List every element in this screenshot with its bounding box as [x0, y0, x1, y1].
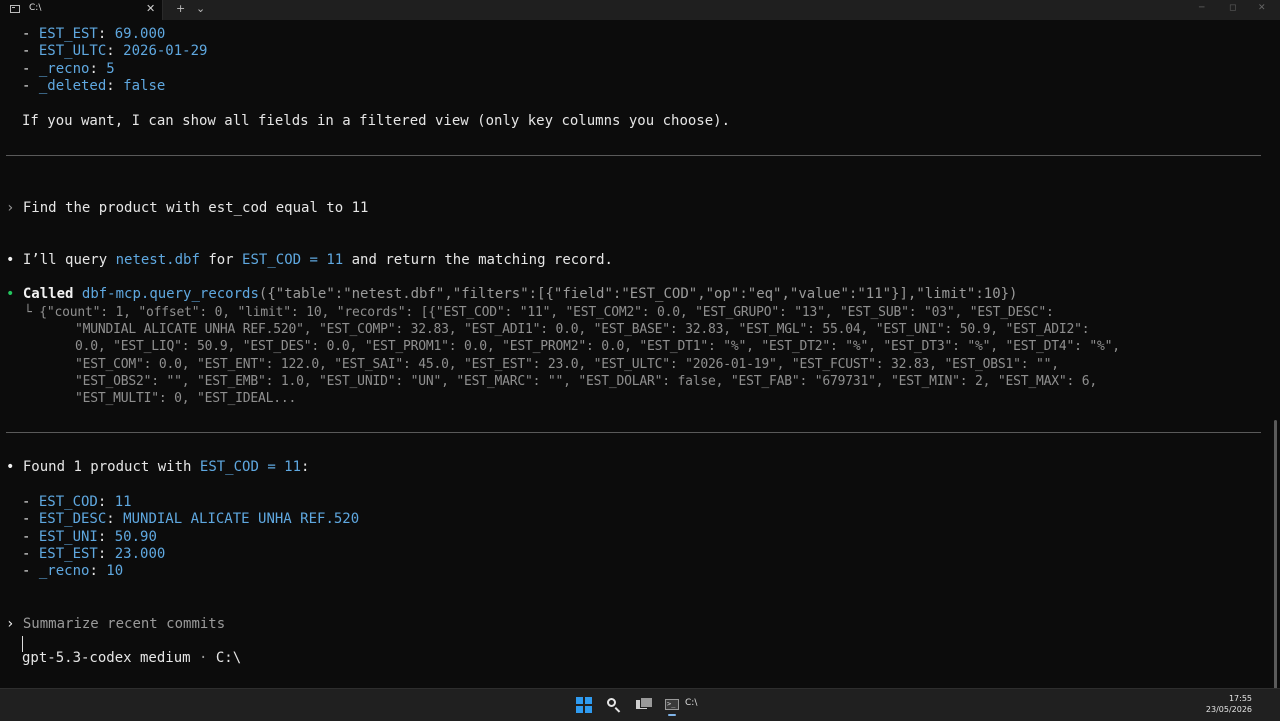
user-prompt-text: Find the product with est_cod equal to 1… [22, 200, 369, 216]
message-bullet-icon: • [6, 252, 15, 268]
taskbar: >_ C:\ 17:55 23/05/2026 [0, 688, 1280, 721]
clock-date: 23/05/2026 [1205, 705, 1252, 714]
tool-output-line: 0.0, "EST_LIQ": 50.9, "EST_DES": 0.0, "E… [75, 339, 1120, 354]
status-line: gpt-5.3-codex medium · C:\ [22, 650, 242, 666]
tool-output-line: └ {"count": 1, "offset": 0, "limit": 10,… [24, 305, 1054, 320]
minimize-button[interactable]: ─ [1199, 3, 1204, 13]
terminal-taskbar-label: C:\ [685, 698, 698, 708]
prompt-input[interactable]: › Summarize recent commits [6, 616, 225, 633]
list-item: - EST_COD: 11 [22, 494, 132, 510]
tool-output-line: "EST_COM": 0.0, "EST_ENT": 122.0, "EST_S… [75, 357, 1059, 372]
assistant-offer-text: If you want, I can show all fields in a … [22, 113, 731, 129]
list-item: - EST_UNI: 50.90 [22, 529, 157, 545]
search-icon[interactable] [606, 697, 622, 713]
system-clock[interactable]: 17:55 23/05/2026 [1206, 693, 1252, 715]
tab-close-button[interactable]: ✕ [146, 2, 155, 15]
terminal-pane[interactable]: - EST_EST: 69.000 - EST_ULTC: 2026-01-29… [0, 20, 1280, 688]
list-item: - _recno: 5 [22, 61, 115, 77]
tool-name: dbf-mcp.query_records [81, 286, 259, 302]
list-item: - EST_DESC: MUNDIAL ALICATE UNHA REF.520 [22, 511, 360, 527]
message-bullet-icon: • [6, 459, 15, 475]
cwd-label: C:\ [215, 650, 242, 666]
scrollbar[interactable] [1274, 420, 1277, 688]
title-bar: C:\ ✕ + ⌄ ─ ◻ ✕ [0, 0, 1280, 20]
task-view-icon[interactable] [636, 697, 653, 713]
terminal-tab-icon [10, 5, 20, 13]
tool-args: ({"table":"netest.dbf","filters":[{"fiel… [258, 286, 1018, 302]
list-item: - EST_EST: 23.000 [22, 546, 166, 562]
tab-title: C:\ [29, 3, 42, 13]
terminal-tab[interactable]: C:\ ✕ [0, 0, 163, 20]
assistant-result-message: • Found 1 product with EST_COD = 11: [6, 459, 310, 475]
terminal-app-icon: >_ [665, 699, 679, 710]
tab-dropdown-button[interactable]: ⌄ [196, 2, 205, 15]
tool-output-line: "EST_MULTI": 0, "EST_IDEAL... [75, 391, 297, 406]
model-label: gpt-5.3-codex medium [22, 650, 191, 666]
prompt-chevron-icon: › [6, 200, 15, 216]
clock-time: 17:55 [1228, 694, 1252, 703]
tool-call-line: • Called dbf-mcp.query_records({"table":… [6, 286, 1018, 302]
turn-separator [6, 155, 1261, 156]
maximize-button[interactable]: ◻ [1229, 3, 1236, 13]
list-item: - _deleted: false [22, 78, 166, 94]
list-item: - EST_EST: 69.000 [22, 26, 166, 42]
list-item: - _recno: 10 [22, 563, 124, 579]
tool-output-line: "EST_OBS2": "", "EST_EMB": 1.0, "EST_UNI… [75, 374, 1097, 389]
windows-start-icon[interactable] [576, 697, 592, 713]
success-bullet-icon: • [6, 286, 15, 302]
close-window-button[interactable]: ✕ [1258, 3, 1266, 13]
assistant-message: • I’ll query netest.dbf for EST_COD = 11… [6, 252, 613, 268]
list-item: - EST_ULTC: 2026-01-29 [22, 43, 208, 59]
new-tab-button[interactable]: + [176, 2, 185, 15]
prompt-input-placeholder[interactable]: Summarize recent commits [23, 616, 225, 632]
tool-output-line: "MUNDIAL ALICATE UNHA REF.520", "EST_COM… [75, 322, 1090, 337]
turn-separator [6, 432, 1261, 433]
input-chevron-icon: › [6, 616, 15, 632]
user-prompt: › Find the product with est_cod equal to… [6, 200, 368, 217]
active-app-indicator [668, 714, 676, 716]
terminal-taskbar-button[interactable]: >_ C:\ [660, 697, 712, 716]
